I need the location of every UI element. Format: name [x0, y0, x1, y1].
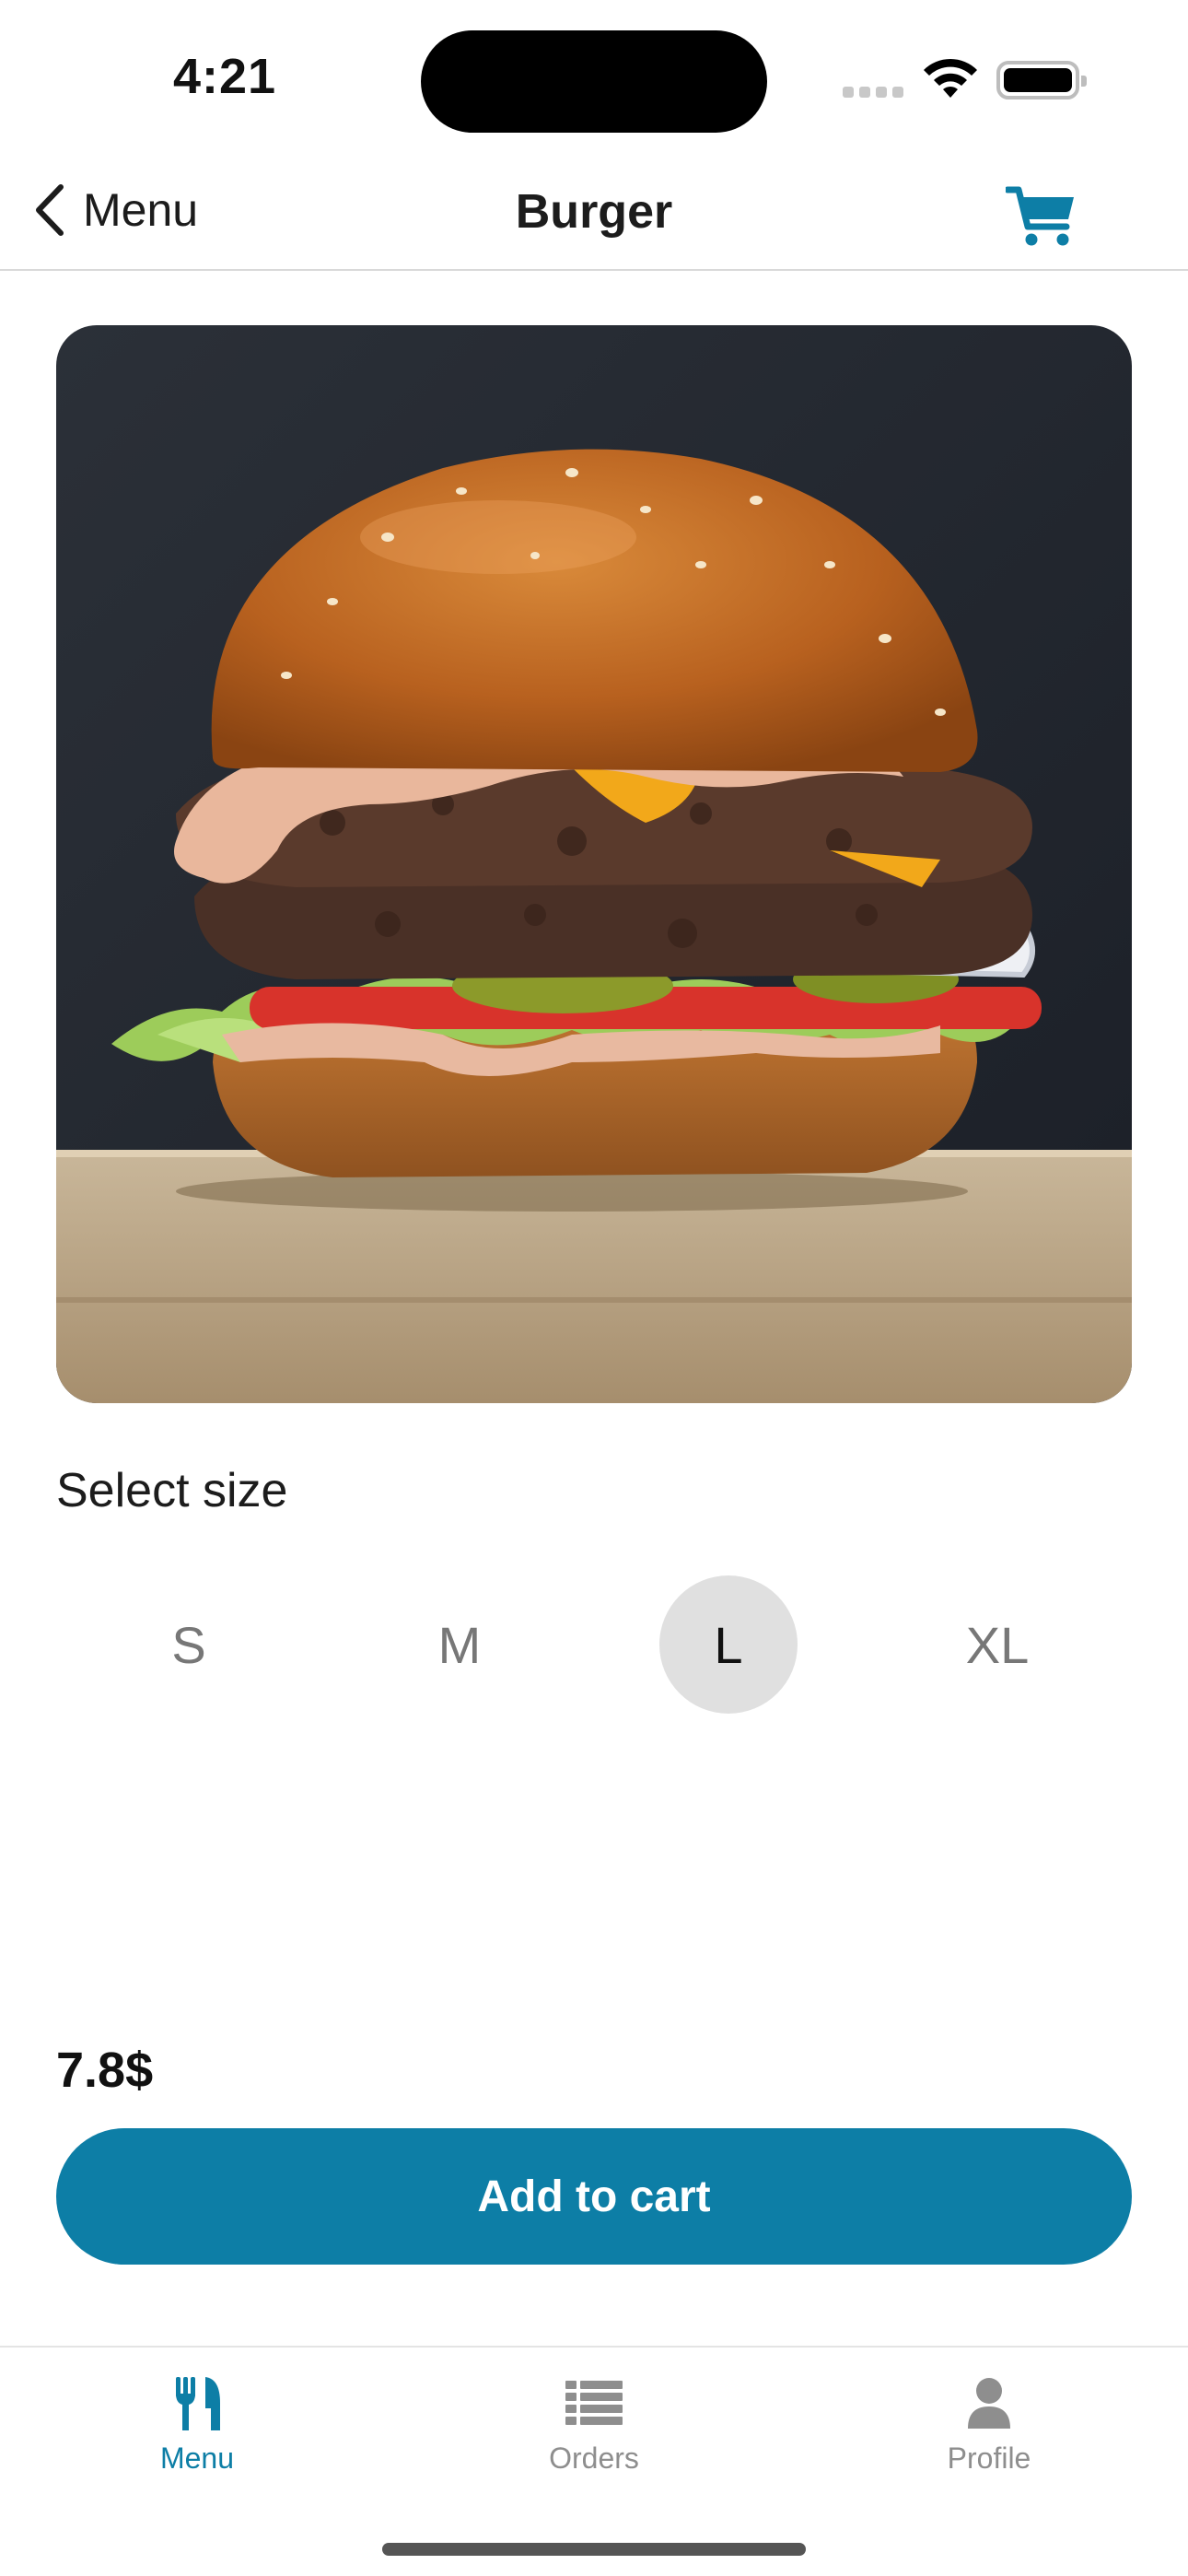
cellular-signal-icon — [843, 87, 903, 98]
size-option-xl[interactable]: XL — [928, 1575, 1066, 1714]
size-label: Select size — [56, 1464, 288, 1517]
navigation-bar: Menu Burger — [0, 157, 1188, 271]
tab-menu-label: Menu — [159, 2441, 235, 2475]
tab-profile-label: Profile — [947, 2441, 1031, 2475]
list-icon — [565, 2381, 623, 2425]
size-option-l[interactable]: L — [659, 1575, 798, 1714]
home-indicator — [382, 2543, 806, 2556]
fork-knife-icon — [176, 2377, 220, 2430]
tab-menu[interactable]: Menu — [96, 2373, 298, 2484]
tab-bar: Menu Orders Profile — [0, 2346, 1188, 2576]
battery-icon — [996, 61, 1087, 100]
status-bar: 4:21 — [0, 0, 1188, 157]
price: 7.8$ — [56, 2043, 154, 2098]
size-option-s[interactable]: S — [120, 1575, 258, 1714]
wifi-icon — [924, 58, 977, 98]
dynamic-island — [421, 30, 767, 133]
tab-profile[interactable]: Profile — [888, 2373, 1090, 2484]
size-option-m[interactable]: M — [390, 1575, 529, 1714]
tab-orders-label: Orders — [549, 2441, 639, 2475]
tab-orders[interactable]: Orders — [493, 2373, 695, 2484]
back-button[interactable]: Menu — [33, 181, 198, 240]
product-image — [56, 325, 1132, 1403]
back-button-label: Menu — [83, 184, 199, 236]
person-icon — [968, 2378, 1010, 2429]
status-time: 4:21 — [173, 49, 277, 104]
chevron-left-icon — [36, 184, 64, 236]
shopping-cart-icon[interactable] — [1006, 184, 1077, 247]
add-to-cart-button[interactable]: Add to cart — [56, 2128, 1132, 2265]
